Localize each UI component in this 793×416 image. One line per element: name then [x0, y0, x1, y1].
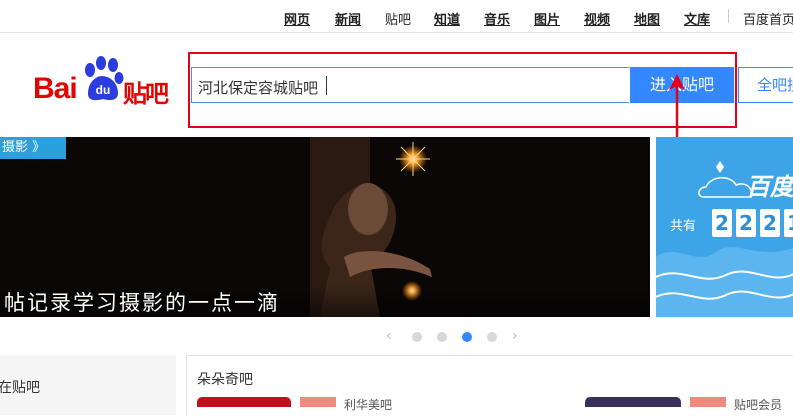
nav-map[interactable]: 地图: [634, 9, 660, 28]
carousel-dot[interactable]: [412, 332, 422, 342]
tieba-logo[interactable]: Bai du 贴吧: [30, 52, 175, 112]
search-all-tieba-button[interactable]: 全吧搜: [738, 67, 793, 103]
paw-icon: du: [85, 56, 124, 101]
carousel-dot-active[interactable]: [462, 332, 472, 342]
logo-bai-text: Bai: [33, 72, 78, 105]
nav-video[interactable]: 视频: [584, 9, 610, 28]
featured-link[interactable]: 贴吧会员: [734, 396, 782, 413]
logo-tieba-text: 贴吧: [123, 80, 169, 108]
banner-caption: 帖记录学习摄影的一点一滴: [0, 285, 650, 317]
nav-tieba[interactable]: 贴吧: [385, 9, 411, 28]
counter-digit: 1: [784, 209, 793, 237]
nav-zhidao[interactable]: 知道: [434, 9, 460, 28]
nav-images[interactable]: 图片: [534, 9, 560, 28]
annotation-highlight-box: [188, 52, 737, 128]
carousel-dot[interactable]: [487, 332, 497, 342]
nav-divider: [728, 9, 729, 23]
nav-music[interactable]: 音乐: [484, 9, 510, 28]
logo-du-text: du: [96, 83, 111, 97]
featured-thumbnail[interactable]: [585, 397, 681, 407]
nav-web[interactable]: 网页: [284, 9, 310, 28]
nav-news[interactable]: 新闻: [335, 9, 361, 28]
left-sidebar: 在贴吧: [0, 355, 176, 415]
nav-wenku[interactable]: 文库: [684, 9, 710, 28]
carousel-banner[interactable]: 摄影 》 帖记录学习摄影的一点一滴: [0, 137, 650, 317]
counter-digit: 2: [712, 209, 732, 237]
carousel-next-icon[interactable]: ›: [512, 328, 518, 344]
counter-digit: 2: [736, 209, 756, 237]
sidebar-heading: 在贴吧: [0, 380, 40, 396]
side-brand-text: 百度: [746, 173, 793, 201]
recommend-badge: [690, 397, 726, 407]
category-tag[interactable]: 摄影 》: [0, 137, 66, 159]
counter-digit: 2: [760, 209, 780, 237]
total-label: 共有: [670, 219, 697, 234]
recommend-badge: [300, 397, 336, 407]
featured-link[interactable]: 利华美吧: [344, 396, 392, 413]
banner-caption-text: 帖记录学习摄影的一点一滴: [4, 291, 280, 315]
featured-forum-title[interactable]: 朵朵奇吧: [197, 369, 253, 389]
top-nav: 网页 新闻 贴吧 知道 音乐 图片 视频 地图 文库 百度首页: [0, 0, 793, 32]
side-banner[interactable]: 百度 共有 2 2 2 1: [656, 137, 793, 317]
carousel-dot[interactable]: [437, 332, 447, 342]
nav-baidu-home[interactable]: 百度首页: [743, 9, 793, 28]
carousel-prev-icon[interactable]: ‹: [386, 328, 392, 344]
featured-thumbnail[interactable]: [197, 397, 291, 407]
top-divider: [0, 32, 793, 33]
